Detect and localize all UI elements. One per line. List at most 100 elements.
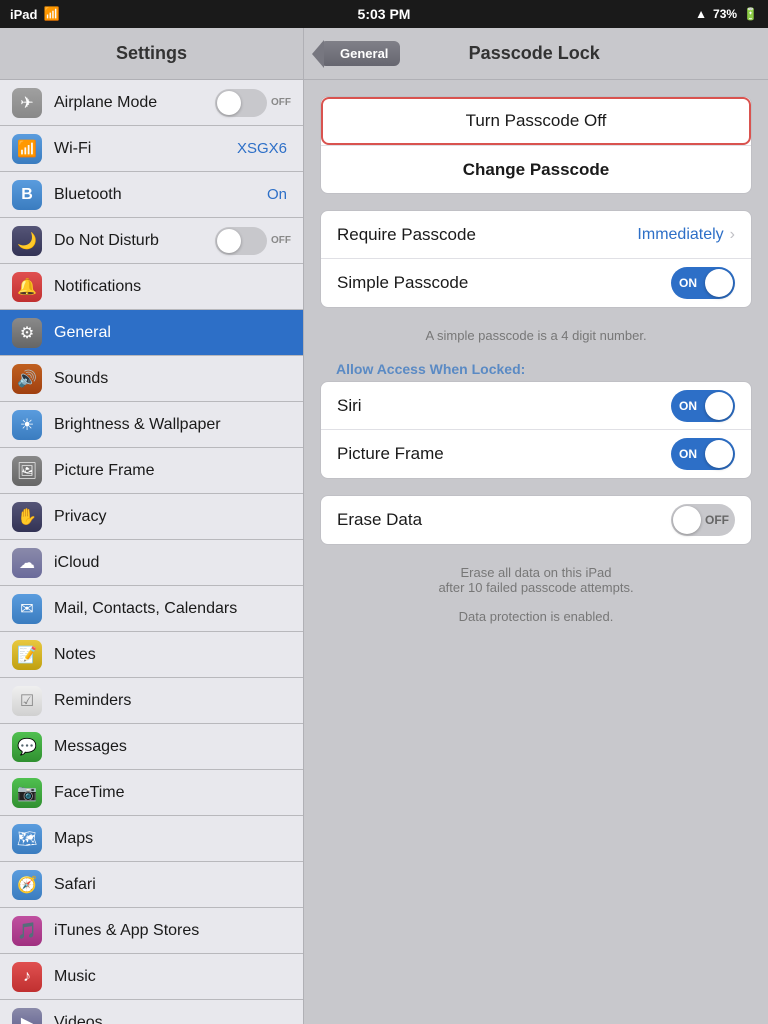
sidebar-item-notes[interactable]: 📝 Notes xyxy=(0,632,303,678)
privacy-icon: ✋ xyxy=(12,502,42,532)
simple-passcode-knob xyxy=(705,269,733,297)
right-header: General Passcode Lock xyxy=(304,28,768,80)
turn-passcode-off-row[interactable]: Turn Passcode Off xyxy=(321,97,751,145)
battery-level: 73% xyxy=(713,7,737,21)
maps-icon: 🗺 xyxy=(12,824,42,854)
siri-knob xyxy=(705,392,733,420)
sidebar-item-wifi[interactable]: 📶 Wi-Fi XSGX6 xyxy=(0,126,303,172)
wifi-icon: 📶 xyxy=(43,6,59,22)
require-passcode-chevron: › xyxy=(730,226,735,244)
sidebar-item-picture-frame[interactable]: 🖼 Picture Frame xyxy=(0,448,303,494)
sidebar-label-bluetooth: Bluetooth xyxy=(54,186,267,204)
sidebar-item-bluetooth[interactable]: B Bluetooth On xyxy=(0,172,303,218)
picture-frame-toggle[interactable]: ON xyxy=(671,438,735,470)
notifications-icon: 🔔 xyxy=(12,272,42,302)
bluetooth-value: On xyxy=(267,186,287,203)
sidebar-item-music[interactable]: ♪ Music xyxy=(0,954,303,1000)
sidebar-item-airplane-mode[interactable]: ✈ Airplane Mode OFF xyxy=(0,80,303,126)
simple-passcode-caption: A simple passcode is a 4 digit number. xyxy=(320,324,752,353)
picture-frame-icon: 🖼 xyxy=(12,456,42,486)
erase-data-caption: Erase all data on this iPadafter 10 fail… xyxy=(320,561,752,605)
sidebar-item-itunes[interactable]: 🎵 iTunes & App Stores xyxy=(0,908,303,954)
sidebar-title: Settings xyxy=(116,43,187,64)
sidebar-item-safari[interactable]: 🧭 Safari xyxy=(0,862,303,908)
status-time: 5:03 PM xyxy=(358,6,411,22)
sounds-icon: 🔊 xyxy=(12,364,42,394)
battery-icon: 🔋 xyxy=(743,7,758,21)
siri-row[interactable]: Siri ON xyxy=(321,382,751,430)
sidebar-item-facetime[interactable]: 📷 FaceTime xyxy=(0,770,303,816)
sidebar-item-privacy[interactable]: ✋ Privacy xyxy=(0,494,303,540)
status-right: ▲ 73% 🔋 xyxy=(695,7,758,21)
siri-toggle[interactable]: ON xyxy=(671,390,735,422)
sidebar-label-videos: Videos xyxy=(54,1014,291,1024)
require-passcode-value: Immediately xyxy=(637,226,723,244)
sidebar-item-maps[interactable]: 🗺 Maps xyxy=(0,816,303,862)
right-panel: General Passcode Lock Turn Passcode Off … xyxy=(304,28,768,1024)
sidebar-item-mail[interactable]: ✉ Mail, Contacts, Calendars xyxy=(0,586,303,632)
notes-icon: 📝 xyxy=(12,640,42,670)
sidebar-label-safari: Safari xyxy=(54,876,291,894)
airplane-toggle-label: OFF xyxy=(271,97,291,108)
wifi-nav-icon: 📶 xyxy=(12,134,42,164)
require-passcode-label: Require Passcode xyxy=(337,225,637,245)
wifi-value: XSGX6 xyxy=(237,140,287,157)
sidebar-item-dnd[interactable]: 🌙 Do Not Disturb OFF xyxy=(0,218,303,264)
require-passcode-row[interactable]: Require Passcode Immediately › xyxy=(321,211,751,259)
sidebar-label-itunes: iTunes & App Stores xyxy=(54,922,291,940)
erase-data-label: Erase Data xyxy=(337,510,671,530)
sidebar-item-icloud[interactable]: ☁ iCloud xyxy=(0,540,303,586)
safari-icon: 🧭 xyxy=(12,870,42,900)
simple-passcode-label: Simple Passcode xyxy=(337,273,671,293)
erase-data-toggle-label: OFF xyxy=(705,513,729,527)
device-label: iPad xyxy=(10,7,37,22)
siri-label: Siri xyxy=(337,396,671,416)
sidebar-item-videos[interactable]: ▶ Videos xyxy=(0,1000,303,1024)
sidebar-item-notifications[interactable]: 🔔 Notifications xyxy=(0,264,303,310)
change-passcode-label: Change Passcode xyxy=(337,160,735,180)
main-layout: Settings ✈ Airplane Mode OFF 📶 Wi-Fi XSG… xyxy=(0,28,768,1024)
sidebar-label-facetime: FaceTime xyxy=(54,784,291,802)
erase-data-row[interactable]: Erase Data OFF xyxy=(321,496,751,544)
sidebar-item-sounds[interactable]: 🔊 Sounds xyxy=(0,356,303,402)
sidebar: Settings ✈ Airplane Mode OFF 📶 Wi-Fi XSG… xyxy=(0,28,304,1024)
passcode-actions-group: Turn Passcode Off Change Passcode xyxy=(320,96,752,194)
location-icon: ▲ xyxy=(695,7,707,21)
sidebar-label-mail: Mail, Contacts, Calendars xyxy=(54,600,291,618)
simple-passcode-toggle-label: ON xyxy=(679,276,697,290)
simple-passcode-row[interactable]: Simple Passcode ON xyxy=(321,259,751,307)
sidebar-label-dnd: Do Not Disturb xyxy=(54,232,215,250)
itunes-icon: 🎵 xyxy=(12,916,42,946)
brightness-icon: ☀ xyxy=(12,410,42,440)
dnd-toggle[interactable] xyxy=(215,227,267,255)
picture-frame-toggle-label: ON xyxy=(679,447,697,461)
status-left: iPad 📶 xyxy=(10,6,60,22)
sidebar-label-general: General xyxy=(54,324,291,342)
passcode-settings-group: Require Passcode Immediately › Simple Pa… xyxy=(320,210,752,308)
sidebar-item-general[interactable]: ⚙ General xyxy=(0,310,303,356)
change-passcode-row[interactable]: Change Passcode xyxy=(321,145,751,193)
sidebar-item-messages[interactable]: 💬 Messages xyxy=(0,724,303,770)
sidebar-item-reminders[interactable]: ☑ Reminders xyxy=(0,678,303,724)
sidebar-label-maps: Maps xyxy=(54,830,291,848)
sidebar-header: Settings xyxy=(0,28,303,80)
facetime-icon: 📷 xyxy=(12,778,42,808)
erase-data-group: Erase Data OFF xyxy=(320,495,752,545)
picture-frame-row[interactable]: Picture Frame ON xyxy=(321,430,751,478)
right-content: Turn Passcode Off Change Passcode Requir… xyxy=(304,80,768,1024)
right-title: Passcode Lock xyxy=(416,43,652,64)
music-icon: ♪ xyxy=(12,962,42,992)
erase-data-toggle[interactable]: OFF xyxy=(671,504,735,536)
dnd-icon: 🌙 xyxy=(12,226,42,256)
sidebar-label-sounds: Sounds xyxy=(54,370,291,388)
toggle-knob xyxy=(217,91,241,115)
toggle-knob-dnd xyxy=(217,229,241,253)
icloud-icon: ☁ xyxy=(12,548,42,578)
airplane-toggle[interactable] xyxy=(215,89,267,117)
sidebar-item-brightness[interactable]: ☀ Brightness & Wallpaper xyxy=(0,402,303,448)
back-button[interactable]: General xyxy=(320,41,400,66)
reminders-icon: ☑ xyxy=(12,686,42,716)
dnd-toggle-label: OFF xyxy=(271,235,291,246)
data-protection-caption: Data protection is enabled. xyxy=(320,605,752,634)
simple-passcode-toggle[interactable]: ON xyxy=(671,267,735,299)
